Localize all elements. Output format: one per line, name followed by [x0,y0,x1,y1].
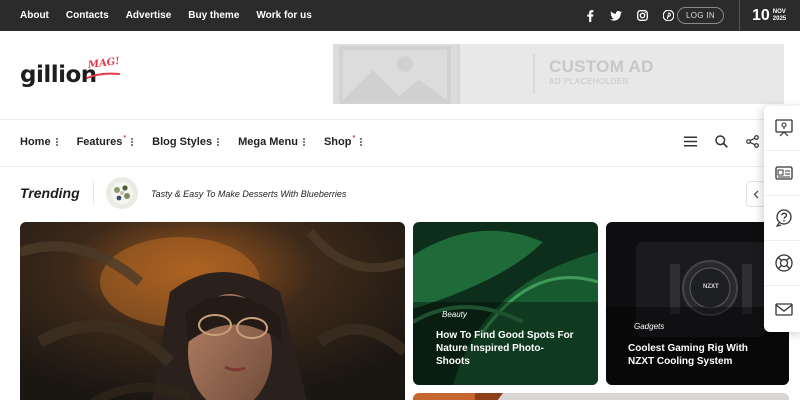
chevron-left-icon [753,190,759,198]
top-link-buy-theme[interactable]: Buy theme [188,10,239,21]
new-badge-icon: * [352,135,356,142]
device-logo-text: NZXT [703,284,719,290]
new-badge-icon: * [123,135,127,142]
nav-divider-top [0,119,800,120]
nav-item-label: Features [76,136,123,148]
post-card-gadgets[interactable]: NZXT Gadgets Coolest Gaming Rig With NZX… [606,222,789,385]
top-link-contacts[interactable]: Contacts [66,10,109,21]
news-icon [775,166,793,180]
side-item-support[interactable] [764,241,800,286]
date-day: 10 [752,6,770,24]
nav-item-blog-styles[interactable]: Blog Styles [152,136,220,148]
post-title-line: Shoots [436,356,470,367]
site-logo[interactable]: gillion MAG! [20,55,130,92]
ad-title: CUSTOM AD [549,57,654,76]
trending-thumbnail[interactable] [106,177,138,209]
post-title-line: NZXT Cooling System [628,356,733,367]
main-nav: Home Features * Blog Styles Mega Menu Sh… [20,131,363,153]
nav-item-label: Blog Styles [152,136,213,148]
side-item-help[interactable] [764,196,800,241]
nav-item-label: Shop [323,136,352,148]
nav-item-shop[interactable]: Shop * [323,135,363,148]
top-bar: About Contacts Advertise Buy theme Work … [0,0,800,31]
top-nav: About Contacts Advertise Buy theme Work … [20,0,312,31]
nav-item-mega-menu[interactable]: Mega Menu [238,136,305,148]
nav-item-label: Mega Menu [238,136,298,148]
post-title[interactable]: How To Find Good Spots For Nature Inspir… [436,329,574,368]
nav-divider-bottom [0,166,800,167]
nav-item-label: Home [20,136,51,148]
trending-headline-link[interactable]: Tasty & Easy To Make Desserts With Blueb… [151,189,346,199]
menu-icon[interactable] [683,134,697,148]
top-link-advertise[interactable]: Advertise [126,10,172,21]
nav-item-features[interactable]: Features * [76,135,134,148]
date-month-year: NOV 2025 [773,9,786,23]
post-card-partial[interactable] [413,393,789,400]
side-item-presentation[interactable] [764,106,800,151]
custom-ad-banner[interactable]: CUSTOM AD AD PLACEHOLDER [333,44,784,104]
social-links [583,0,675,31]
twitter-icon[interactable] [609,9,623,23]
post-title[interactable]: Coolest Gaming Rig With NZXT Cooling Sys… [628,342,748,368]
search-icon[interactable] [714,134,728,148]
side-item-mail[interactable] [764,286,800,331]
date-month: NOV [772,8,786,15]
nav-tools [683,134,759,148]
help-icon [775,209,792,227]
featured-post-image [20,222,405,400]
lifebuoy-icon [775,254,793,272]
date-year: 2025 [772,15,787,22]
trending-prev-button[interactable] [746,181,766,207]
post-category[interactable]: Beauty [442,310,467,319]
floating-side-panel [764,106,800,332]
presentation-icon [775,119,793,137]
more-dots-icon [131,138,134,146]
more-dots-icon [55,138,58,146]
instagram-icon[interactable] [635,9,649,23]
top-link-work-for-us[interactable]: Work for us [256,10,311,21]
post-image-partial [413,393,789,400]
logo-underline-swoosh [86,72,120,79]
post-title-line: How To Find Good Spots For [436,330,574,341]
mail-icon [775,302,793,316]
featured-post-card[interactable] [20,222,405,400]
current-date: 10 NOV 2025 [739,0,786,31]
trending-label: Trending [20,185,80,201]
login-button[interactable]: LOG IN [677,7,724,24]
top-link-about[interactable]: About [20,10,49,21]
share-icon[interactable] [745,134,759,148]
post-category[interactable]: Gadgets [634,322,664,331]
trending-divider [93,181,94,205]
post-title-line: Nature Inspired Photo- [436,343,544,354]
logo-mark: MAG! [87,55,121,72]
post-card-beauty[interactable]: Beauty How To Find Good Spots For Nature… [413,222,598,385]
facebook-icon[interactable] [583,9,597,23]
more-dots-icon [360,138,363,146]
ad-subtitle: AD PLACEHOLDER [549,77,629,86]
more-dots-icon [217,138,220,146]
side-item-news[interactable] [764,151,800,196]
post-title-line: Coolest Gaming Rig With [628,343,748,354]
pinterest-icon[interactable] [661,9,675,23]
more-dots-icon [302,138,305,146]
nav-item-home[interactable]: Home [20,136,58,148]
